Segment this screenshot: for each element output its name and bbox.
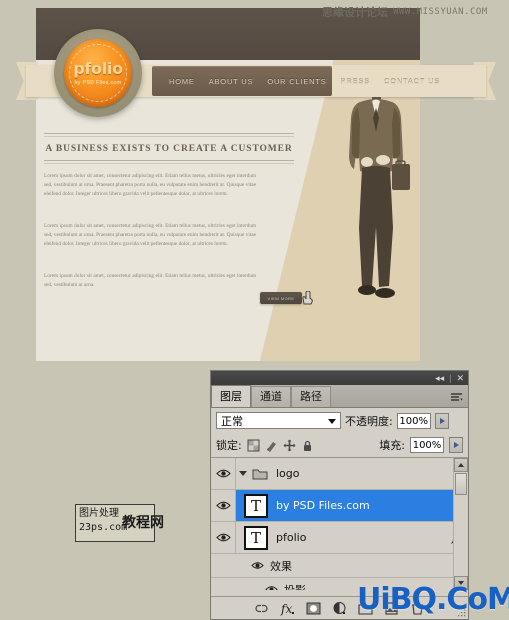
new-adjustment-layer-icon[interactable]	[332, 601, 347, 616]
panel-collapse-button[interactable]: ◂◂	[435, 373, 444, 383]
eye-icon	[215, 533, 231, 542]
fill-input[interactable]: 100%	[410, 437, 444, 453]
folder-icon	[252, 469, 268, 480]
nav-item-press[interactable]: PRESS	[334, 77, 377, 86]
opacity-stepper[interactable]	[434, 412, 449, 429]
nav-item-about-us[interactable]: ABOUT US	[202, 77, 261, 86]
layer-visibility-toggle[interactable]	[211, 458, 236, 489]
opacity-input[interactable]: 100%	[396, 412, 431, 429]
layer-name: by PSD Files.com	[276, 499, 370, 512]
list-item[interactable]: 效果	[211, 554, 468, 578]
layer-visibility-toggle[interactable]	[211, 522, 236, 553]
layer-thumbnail-text: T	[244, 525, 268, 550]
chevron-down-icon	[328, 419, 336, 424]
effects-group-label: 效果	[270, 559, 292, 573]
panel-tab-strip: 图层 通道 路径	[211, 385, 468, 408]
headline-rule-bottom-2	[44, 163, 294, 164]
body-paragraph-3: Lorem ipsum dolor sit amet, consectetur …	[44, 273, 256, 289]
layer-thumbnail-text: T	[244, 493, 268, 518]
headline-rule-top	[44, 133, 294, 134]
watermark-uibq: UiBQ.CoM	[357, 582, 509, 617]
scrollbar-thumb[interactable]	[455, 473, 467, 495]
layers-list: logo T by PSD Files.com T pfolio 效果 投影	[211, 457, 468, 590]
blend-mode-row: 正常 不透明度: 100%	[211, 408, 468, 433]
fill-stepper[interactable]	[449, 437, 463, 453]
blend-mode-value: 正常	[221, 414, 243, 428]
lock-row: 锁定: 填充: 100%	[211, 433, 468, 457]
eye-icon[interactable]	[265, 584, 278, 590]
blend-mode-select[interactable]: 正常	[216, 412, 341, 429]
layer-name: pfolio	[276, 531, 307, 544]
view-more-label: VIEW MORE	[267, 295, 295, 301]
page-headline: A BUSINESS EXISTS TO CREATE A CUSTOMER	[45, 144, 293, 154]
view-more-button[interactable]: VIEW MORE	[260, 292, 302, 304]
effect-drop-shadow-label: 投影	[284, 583, 306, 591]
hand-cursor-icon	[302, 291, 313, 305]
scroll-up-button[interactable]	[454, 458, 468, 472]
watermark-top-cn: 思缘设计论坛	[322, 6, 388, 19]
link-layers-icon[interactable]	[254, 601, 269, 616]
logo-badge[interactable]: pfolio by PSD Files.com	[54, 29, 142, 117]
table-row[interactable]: logo	[211, 458, 468, 490]
nav-item-contact-us[interactable]: CONTACT US	[377, 77, 447, 86]
logo-tagline: by PSD Files.com	[74, 80, 122, 86]
table-row[interactable]: T by PSD Files.com	[211, 490, 468, 522]
logo-badge-inner: pfolio by PSD Files.com	[64, 39, 132, 107]
tab-layers[interactable]: 图层	[211, 385, 251, 407]
body-paragraph-2: Lorem ipsum dolor sit amet, consectetur …	[44, 223, 256, 248]
table-row[interactable]: T pfolio fx	[211, 522, 468, 554]
watermark-top-en: WWW.MISSYUAN.COM	[393, 7, 488, 17]
logo-wordmark: pfolio	[73, 59, 123, 78]
lock-position-icon[interactable]	[283, 439, 296, 452]
eye-icon	[215, 501, 231, 510]
watermark-top: 思缘设计论坛 WWW.MISSYUAN.COM	[322, 4, 506, 20]
headline-rule-bottom	[44, 160, 294, 161]
svg-text:fx: fx	[280, 602, 292, 616]
panel-titlebar: ◂◂ | ✕	[211, 371, 468, 385]
businessman-illustration	[349, 70, 410, 298]
nav-item-home[interactable]: HOME	[162, 77, 202, 86]
layer-name: logo	[276, 467, 300, 480]
add-layer-mask-icon[interactable]	[306, 601, 321, 616]
lock-image-pixels-icon[interactable]	[265, 439, 278, 452]
tab-channels[interactable]: 通道	[251, 386, 291, 407]
panel-close-button[interactable]: ✕	[456, 373, 464, 383]
tab-paths[interactable]: 路径	[291, 386, 331, 407]
body-paragraph-1: Lorem ipsum dolor sit amet, consectetur …	[44, 173, 256, 198]
titlebar-separator: |	[449, 373, 452, 383]
lock-transparent-pixels-icon[interactable]	[247, 439, 260, 452]
nav-item-our-clients[interactable]: OUR CLIENTS	[260, 77, 333, 86]
add-layer-style-icon[interactable]: fx	[280, 601, 295, 616]
eye-icon	[215, 469, 231, 478]
layer-visibility-toggle[interactable]	[211, 490, 236, 521]
main-navigation: HOME ABOUT US OUR CLIENTS PRESS CONTACT …	[152, 66, 439, 96]
lock-all-icon[interactable]	[301, 439, 314, 452]
fill-label: 填充:	[379, 439, 405, 452]
group-twirl-icon[interactable]	[236, 471, 250, 476]
panel-menu-icon[interactable]	[450, 392, 463, 403]
lock-label: 锁定:	[216, 439, 242, 452]
stamp-overlay-text: 教程网	[122, 515, 164, 531]
opacity-label: 不透明度:	[345, 414, 393, 428]
eye-icon[interactable]	[251, 560, 264, 571]
layers-list-scrollbar[interactable]	[453, 458, 468, 590]
headline-block: A BUSINESS EXISTS TO CREATE A CUSTOMER	[44, 133, 294, 164]
